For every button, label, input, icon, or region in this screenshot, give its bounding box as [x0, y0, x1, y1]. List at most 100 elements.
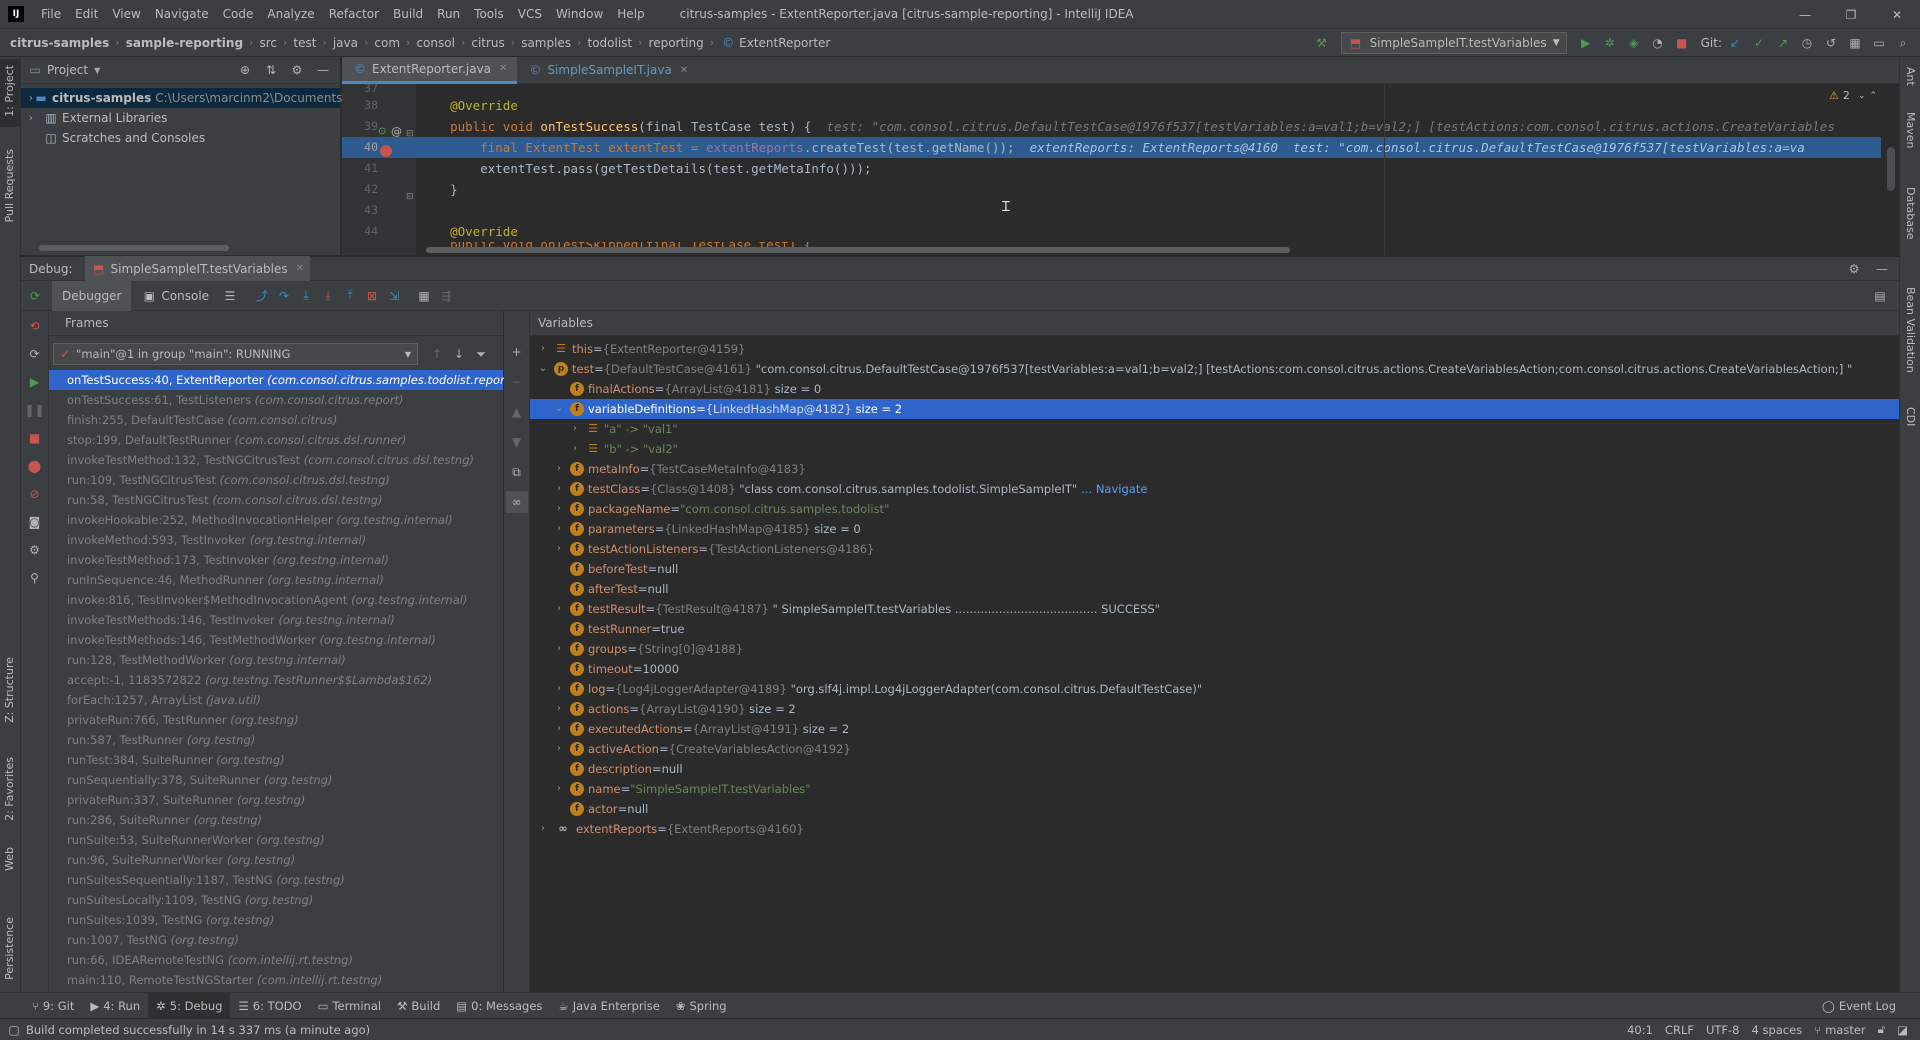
variable-row[interactable]: › f testClass = {Class@1408} "class com.co…: [530, 479, 1899, 499]
menu-item-window[interactable]: Window: [549, 7, 610, 21]
breakpoint-icon[interactable]: [380, 145, 392, 157]
lock-icon[interactable]: 🔓︎: [1878, 1022, 1885, 1037]
breadcrumb-item[interactable]: reporting: [649, 36, 704, 50]
collapse-all-icon[interactable]: ⇅: [260, 59, 282, 81]
stack-frame[interactable]: privateRun:766, TestRunner (org.testng): [49, 710, 503, 730]
menu-item-edit[interactable]: Edit: [68, 7, 105, 21]
variable-row[interactable]: f actor = null: [530, 799, 1899, 819]
stack-frame[interactable]: privateRun:337, SuiteRunner (org.testng): [49, 790, 503, 810]
ant-tool[interactable]: Ant: [1904, 67, 1917, 86]
show-execution-point-icon[interactable]: ⤴: [251, 285, 273, 307]
variable-row[interactable]: › f activeAction = {CreateVariablesAction@…: [530, 739, 1899, 759]
git-update-icon[interactable]: ↙: [1724, 32, 1746, 54]
variable-row[interactable]: f finalActions = {ArrayList@4181} size = …: [530, 379, 1899, 399]
cdi-tool[interactable]: CDI: [1904, 407, 1917, 426]
history-icon[interactable]: ◷: [1796, 32, 1818, 54]
variable-row[interactable]: › f packageName = "com.consol.citrus.sampl…: [530, 499, 1899, 519]
mute-breakpoints-icon[interactable]: ⊘: [24, 483, 46, 505]
presentation-icon[interactable]: ▭: [1868, 32, 1890, 54]
rerun-failed-icon[interactable]: ⟲: [24, 315, 46, 337]
breadcrumb-item[interactable]: com: [374, 36, 400, 50]
stack-frame[interactable]: stop:199, DefaultTestRunner (com.consol.…: [49, 430, 503, 450]
stack-frame[interactable]: runSuite:53, SuiteRunnerWorker (org.test…: [49, 830, 503, 850]
menu-item-tools[interactable]: Tools: [467, 7, 511, 21]
pull-requests-tool[interactable]: Pull Requests: [3, 149, 16, 222]
stack-frame[interactable]: invokeTestMethod:173, TestInvoker (org.t…: [49, 550, 503, 570]
tab-console[interactable]: ▣ Console: [131, 281, 219, 311]
variable-row[interactable]: f description = null: [530, 759, 1899, 779]
frame-up-icon[interactable]: ↑: [426, 343, 448, 365]
tree-item-scratches[interactable]: ◫ Scratches and Consoles: [21, 128, 340, 148]
stack-frame[interactable]: runTest:384, SuiteRunner (org.testng): [49, 750, 503, 770]
event-log-tab[interactable]: ◯ Event Log: [1814, 999, 1904, 1013]
tab-simplesampleit[interactable]: © SimpleSampleIT.java ✕: [517, 57, 698, 84]
maven-tool[interactable]: Maven: [1904, 112, 1917, 148]
chevron-down-icon[interactable]: ⌄: [1858, 91, 1866, 101]
close-button[interactable]: ✕: [1874, 8, 1920, 22]
run-to-cursor-icon[interactable]: ⇲: [383, 285, 405, 307]
stack-frame[interactable]: runSuitesLocally:1109, TestNG (org.testn…: [49, 890, 503, 910]
gear-icon[interactable]: ⚙: [1843, 258, 1865, 280]
chevron-right-icon[interactable]: ›: [552, 539, 566, 559]
variable-row[interactable]: › ☰ "b" -> "val2": [530, 439, 1899, 459]
indent-setting[interactable]: 4 spaces: [1752, 1023, 1803, 1037]
profile-icon[interactable]: ◔: [1647, 32, 1669, 54]
structure-tool[interactable]: Z: Structure: [3, 657, 16, 723]
menu-item-vcs[interactable]: VCS: [511, 7, 549, 21]
implements-marker-icon[interactable]: ⊙: [378, 126, 386, 137]
stack-frame[interactable]: onTestSuccess:40, ExtentReporter (com.co…: [49, 370, 532, 390]
variable-row[interactable]: › f name = "SimpleSampleIT.testVariables": [530, 779, 1899, 799]
breadcrumb-item[interactable]: sample-reporting: [126, 36, 243, 50]
camera-icon[interactable]: ◙: [24, 511, 46, 533]
refresh-icon[interactable]: ⟳: [24, 343, 46, 365]
variable-row[interactable]: ⌄ p test = {DefaultTestCase@4161} "com.con…: [530, 359, 1899, 379]
variable-row[interactable]: › ☰ this = {ExtentReporter@4159}: [530, 339, 1899, 359]
stack-frame[interactable]: invokeTestMethod:132, TestNGCitrusTest (…: [49, 450, 503, 470]
maximize-button[interactable]: ❐: [1828, 8, 1874, 22]
view-breakpoints-icon[interactable]: ⬤: [24, 455, 46, 477]
chevron-right-icon[interactable]: ›: [568, 419, 582, 439]
project-structure-icon[interactable]: ▦: [1844, 32, 1866, 54]
chevron-right-icon[interactable]: ›: [552, 599, 566, 619]
debug-icon[interactable]: ✲: [1599, 32, 1621, 54]
project-view-label[interactable]: Project: [47, 63, 88, 77]
menu-item-view[interactable]: View: [105, 7, 147, 21]
stack-frame[interactable]: invokeTestMethods:146, TestMethodWorker …: [49, 630, 503, 650]
drop-frame-icon[interactable]: ⊠: [361, 285, 383, 307]
stack-frame[interactable]: invokeMethod:593, TestInvoker (org.testn…: [49, 530, 503, 550]
persistence-tool[interactable]: Persistence: [3, 917, 16, 980]
stack-frame[interactable]: runSequentially:378, SuiteRunner (org.te…: [49, 770, 503, 790]
chevron-right-icon[interactable]: ›: [552, 519, 566, 539]
inspection-widget[interactable]: ⚠ 2 ⌄ ⌃: [1829, 89, 1877, 102]
stack-frame[interactable]: run:96, SuiteRunnerWorker (org.testng): [49, 850, 503, 870]
vertical-scrollbar[interactable]: [1887, 147, 1895, 191]
tree-item-external-libraries[interactable]: › ▥ External Libraries: [21, 108, 340, 128]
variable-row[interactable]: › f testActionListeners = {TestActionListe…: [530, 539, 1899, 559]
chevron-right-icon[interactable]: ›: [552, 699, 566, 719]
menu-item-navigate[interactable]: Navigate: [148, 7, 216, 21]
breadcrumb-item[interactable]: consol: [416, 36, 454, 50]
favorites-tool[interactable]: 2: Favorites: [3, 757, 16, 821]
thread-selector[interactable]: ✓ "main"@1 in group "main": RUNNING ▼: [53, 343, 418, 365]
chevron-down-icon[interactable]: ⌄: [536, 359, 550, 379]
move-up-icon[interactable]: ▲: [506, 401, 528, 423]
stack-frame[interactable]: invokeTestMethods:146, TestInvoker (org.…: [49, 610, 503, 630]
chevron-up-icon[interactable]: ⌃: [1869, 91, 1877, 101]
variable-row[interactable]: › ∞ extentReports = {ExtentReports@4160}: [530, 819, 1899, 839]
remove-watch-icon[interactable]: −: [506, 371, 528, 393]
close-icon[interactable]: ✕: [296, 263, 304, 274]
run-config-selector[interactable]: ⬒ SimpleSampleIT.testVariables ▼: [1340, 32, 1567, 54]
tool-tab-terminal[interactable]: ▭ Terminal: [310, 993, 389, 1019]
chevron-right-icon[interactable]: ›: [552, 719, 566, 739]
variable-row[interactable]: › ☰ "a" -> "val1": [530, 419, 1899, 439]
database-tool[interactable]: Database: [1904, 187, 1917, 240]
line-separator[interactable]: CRLF: [1665, 1023, 1694, 1037]
breadcrumb-item[interactable]: src: [259, 36, 277, 50]
chevron-right-icon[interactable]: ›: [552, 499, 566, 519]
trace-icon[interactable]: ⇶: [435, 285, 457, 307]
variable-row[interactable]: › f groups = {String[0]@4188}: [530, 639, 1899, 659]
horizontal-scrollbar[interactable]: [39, 245, 229, 251]
chevron-down-icon[interactable]: ⌄: [552, 399, 566, 419]
stack-frame[interactable]: invokeHookable:252, MethodInvocationHelp…: [49, 510, 503, 530]
menu-icon[interactable]: ☰: [219, 285, 241, 307]
